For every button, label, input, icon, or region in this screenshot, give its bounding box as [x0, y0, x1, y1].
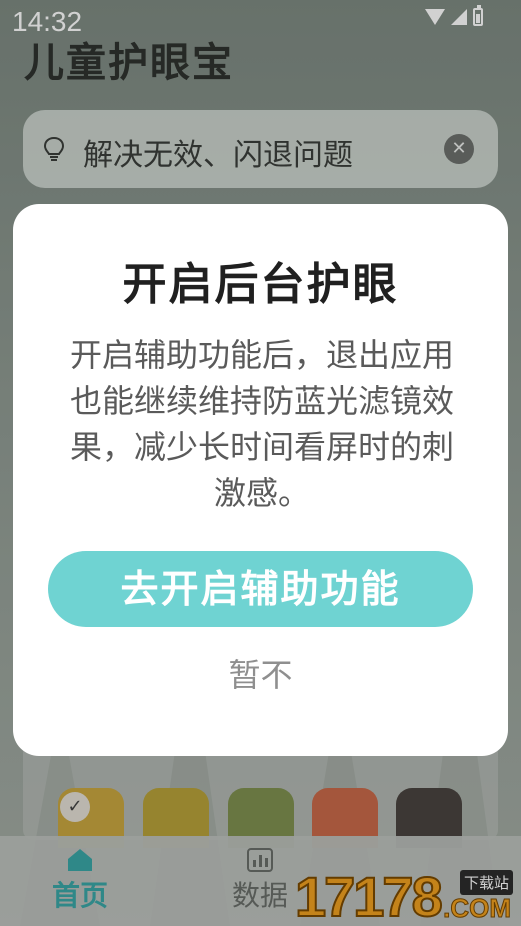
dialog-body: 开启辅助功能后，退出应用也能继续维持防蓝光滤镜效果，减少长时间看屏时的刺激感。	[69, 336, 454, 512]
not-now-button[interactable]: 暂不	[13, 650, 508, 696]
dialog-title: 开启后台护眼	[122, 259, 399, 310]
enable-accessibility-button[interactable]: 去开启辅助功能	[48, 551, 473, 627]
accessibility-dialog: 开启后台护眼 开启辅助功能后，退出应用也能继续维持防蓝光滤镜效果，减少长时间看屏…	[13, 204, 508, 756]
